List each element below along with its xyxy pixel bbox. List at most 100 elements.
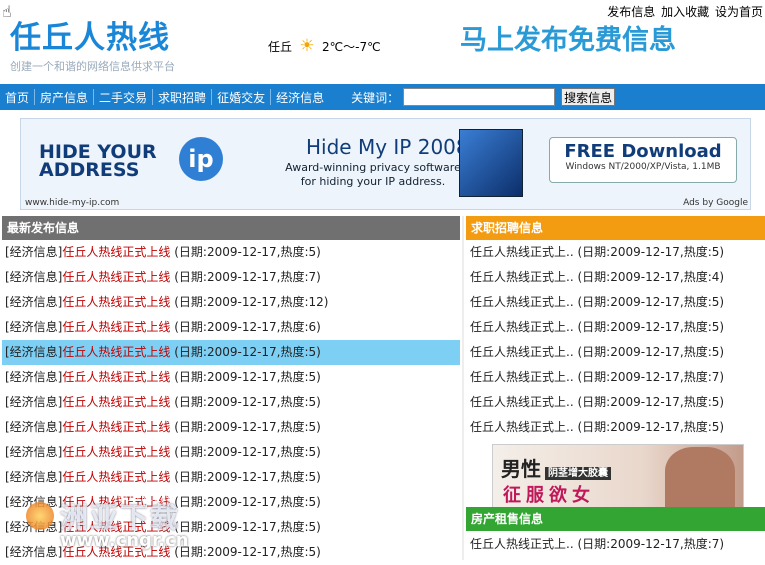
search-button[interactable]: 搜索信息 (561, 88, 616, 106)
main-nav: 首页 房产信息 二手交易 求职招聘 征婚交友 经济信息 关键词： 搜索信息 (0, 84, 765, 110)
side-ad-image[interactable]: 男性 阴茎增大胶囊 征服欲女 (492, 444, 744, 508)
item-title-link[interactable]: 任丘人热线正式上.. (470, 345, 574, 359)
nav-home[interactable]: 首页 (0, 89, 34, 106)
banner-logo-text: HIDE YOUR ADDRESS (39, 141, 157, 181)
latest-info-item[interactable]: [经济信息]任丘人热线正式上线 (日期:2009-12-17,热度:5) (2, 415, 460, 440)
side-ad-tag: 阴茎增大胶囊 (545, 467, 611, 480)
site-slogan: 创建一个和谐的网络信息供求平台 (10, 60, 175, 73)
item-title-link[interactable]: 任丘人热线正式上.. (470, 370, 574, 384)
item-meta: (日期:2009-12-17,热度:5) (174, 245, 321, 259)
item-meta: (日期:2009-12-17,热度:5) (577, 345, 725, 359)
jobs-item[interactable]: 任丘人热线正式上.. (日期:2009-12-17,热度:5) (466, 390, 765, 415)
site-header: ☝ 任丘人热线 创建一个和谐的网络信息供求平台 任丘 ☀ 2℃～-7℃ 马上发布… (0, 0, 765, 84)
publish-link[interactable]: 发布信息 (607, 5, 655, 19)
rent-item[interactable]: 任丘人热线正式上.. (日期:2009-12-17,热度:7) (466, 532, 765, 557)
sun-icon: ☀ (299, 36, 315, 56)
ads-by-google-link[interactable]: Ads by Google (683, 198, 748, 208)
item-title-link[interactable]: 任丘人热线正式上线 (62, 420, 170, 434)
latest-info-item[interactable]: [经济信息]任丘人热线正式上线 (日期:2009-12-17,热度:12) (2, 290, 460, 315)
item-title-link[interactable]: 任丘人热线正式上.. (470, 320, 574, 334)
item-meta: (日期:2009-12-17,热度:5) (174, 445, 321, 459)
nav-dating[interactable]: 征婚交友 (212, 89, 270, 106)
item-title-link[interactable]: 任丘人热线正式上线 (62, 395, 170, 409)
download-logo-icon (26, 502, 54, 530)
item-meta: (日期:2009-12-17,热度:7) (174, 270, 321, 284)
item-title-link[interactable]: 任丘人热线正式上.. (470, 395, 574, 409)
jobs-item[interactable]: 任丘人热线正式上.. (日期:2009-12-17,热度:5) (466, 415, 765, 440)
latest-info-item[interactable]: [经济信息]任丘人热线正式上线 (日期:2009-12-17,热度:6) (2, 315, 460, 340)
nav-economy[interactable]: 经济信息 (271, 89, 329, 106)
item-meta: (日期:2009-12-17,热度:5) (577, 320, 725, 334)
download-label: FREE Download (564, 141, 722, 162)
side-ad-line2: 征服欲女 (503, 485, 595, 506)
nav-property[interactable]: 房产信息 (35, 89, 93, 106)
jobs-item[interactable]: 任丘人热线正式上.. (日期:2009-12-17,热度:7) (466, 365, 765, 390)
item-title-link[interactable]: 任丘人热线正式上线 (62, 245, 170, 259)
item-category[interactable]: [经济信息] (5, 395, 62, 409)
item-title-link[interactable]: 任丘人热线正式上线 (62, 320, 170, 334)
item-category[interactable]: [经济信息] (5, 270, 62, 284)
jobs-item[interactable]: 任丘人热线正式上.. (日期:2009-12-17,热度:5) (466, 290, 765, 315)
item-title-link[interactable]: 任丘人热线正式上.. (470, 295, 574, 309)
latest-info-item[interactable]: [经济信息]任丘人热线正式上线 (日期:2009-12-17,热度:5) (2, 240, 460, 265)
item-category[interactable]: [经济信息] (5, 245, 62, 259)
banner-title: Hide My IP 2008 (306, 135, 469, 159)
search-input[interactable] (403, 88, 556, 106)
item-meta: (日期:2009-12-17,热度:5) (577, 245, 725, 259)
item-meta: (日期:2009-12-17,热度:5) (577, 420, 725, 434)
item-meta: (日期:2009-12-17,热度:12) (174, 295, 329, 309)
item-meta: (日期:2009-12-17,热度:5) (174, 395, 321, 409)
item-title-link[interactable]: 任丘人热线正式上线 (62, 445, 170, 459)
item-meta: (日期:2009-12-17,热度:5) (174, 345, 321, 359)
latest-info-item[interactable]: [经济信息]任丘人热线正式上线 (日期:2009-12-17,热度:5) (2, 340, 460, 365)
latest-info-item[interactable]: [经济信息]任丘人热线正式上线 (日期:2009-12-17,热度:5) (2, 440, 460, 465)
nav-jobs[interactable]: 求职招聘 (153, 89, 211, 106)
item-title-link[interactable]: 任丘人热线正式上线 (62, 370, 170, 384)
banner-subtitle: Award-winning privacy software for hidin… (285, 161, 461, 188)
jobs-heading: 求职招聘信息 (466, 216, 765, 240)
keyword-label: 关键词： (351, 90, 400, 105)
item-meta: (日期:2009-12-17,热度:5) (577, 295, 725, 309)
nav-secondhand[interactable]: 二手交易 (94, 89, 152, 106)
item-meta: (日期:2009-12-17,热度:7) (577, 537, 725, 551)
item-meta: (日期:2009-12-17,热度:7) (577, 370, 725, 384)
latest-info-heading: 最新发布信息 (2, 216, 460, 240)
latest-info-item[interactable]: [经济信息]任丘人热线正式上线 (日期:2009-12-17,热度:5) (2, 365, 460, 390)
bookmark-link[interactable]: 加入收藏 (661, 5, 709, 19)
cngr-watermark: CNGR SOFTWARE DOWNLOAD 洲亚下载 www.cngr.cn (0, 480, 225, 560)
item-title-link[interactable]: 任丘人热线正式上线 (62, 270, 170, 284)
item-category[interactable]: [经济信息] (5, 445, 62, 459)
item-meta: (日期:2009-12-17,热度:5) (577, 395, 725, 409)
item-title-link[interactable]: 任丘人热线正式上.. (470, 245, 574, 259)
item-title-link[interactable]: 任丘人热线正式上.. (470, 420, 574, 434)
set-homepage-link[interactable]: 设为首页 (715, 5, 763, 19)
item-category[interactable]: [经济信息] (5, 420, 62, 434)
hide-my-ip-ad-banner[interactable]: HIDE YOUR ADDRESS ip Hide My IP 2008 Awa… (20, 118, 751, 210)
rent-list: 任丘人热线正式上.. (日期:2009-12-17,热度:7) (466, 532, 765, 557)
item-title-link[interactable]: 任丘人热线正式上线 (62, 295, 170, 309)
item-category[interactable]: [经济信息] (5, 320, 62, 334)
watermark-line3: www.cngr.cn (60, 530, 189, 551)
item-meta: (日期:2009-12-17,热度:4) (577, 270, 725, 284)
item-category[interactable]: [经济信息] (5, 295, 62, 309)
banner-url: www.hide-my-ip.com (25, 198, 120, 208)
side-ad-line1-text: 男性 (501, 457, 541, 481)
item-title-link[interactable]: 任丘人热线正式上.. (470, 270, 574, 284)
jobs-item[interactable]: 任丘人热线正式上.. (日期:2009-12-17,热度:4) (466, 265, 765, 290)
free-download-button[interactable]: FREE Download Windows NT/2000/XP/Vista, … (549, 137, 737, 183)
jobs-item[interactable]: 任丘人热线正式上.. (日期:2009-12-17,热度:5) (466, 240, 765, 265)
site-logo[interactable]: 任丘人热线 (10, 12, 170, 57)
banner-logo: HIDE YOUR ADDRESS ip (39, 137, 223, 181)
latest-info-item[interactable]: [经济信息]任丘人热线正式上线 (日期:2009-12-17,热度:5) (2, 390, 460, 415)
side-ad-model-photo (665, 447, 735, 507)
item-category[interactable]: [经济信息] (5, 370, 62, 384)
item-title-link[interactable]: 任丘人热线正式上线 (62, 345, 170, 359)
software-box-image (459, 129, 523, 197)
publish-free-promo[interactable]: 马上发布免费信息 (460, 18, 676, 57)
jobs-item[interactable]: 任丘人热线正式上.. (日期:2009-12-17,热度:5) (466, 315, 765, 340)
item-category[interactable]: [经济信息] (5, 345, 62, 359)
weather-temp: 2℃～-7℃ (322, 39, 381, 54)
item-title-link[interactable]: 任丘人热线正式上.. (470, 537, 574, 551)
latest-info-item[interactable]: [经济信息]任丘人热线正式上线 (日期:2009-12-17,热度:7) (2, 265, 460, 290)
jobs-item[interactable]: 任丘人热线正式上.. (日期:2009-12-17,热度:5) (466, 340, 765, 365)
